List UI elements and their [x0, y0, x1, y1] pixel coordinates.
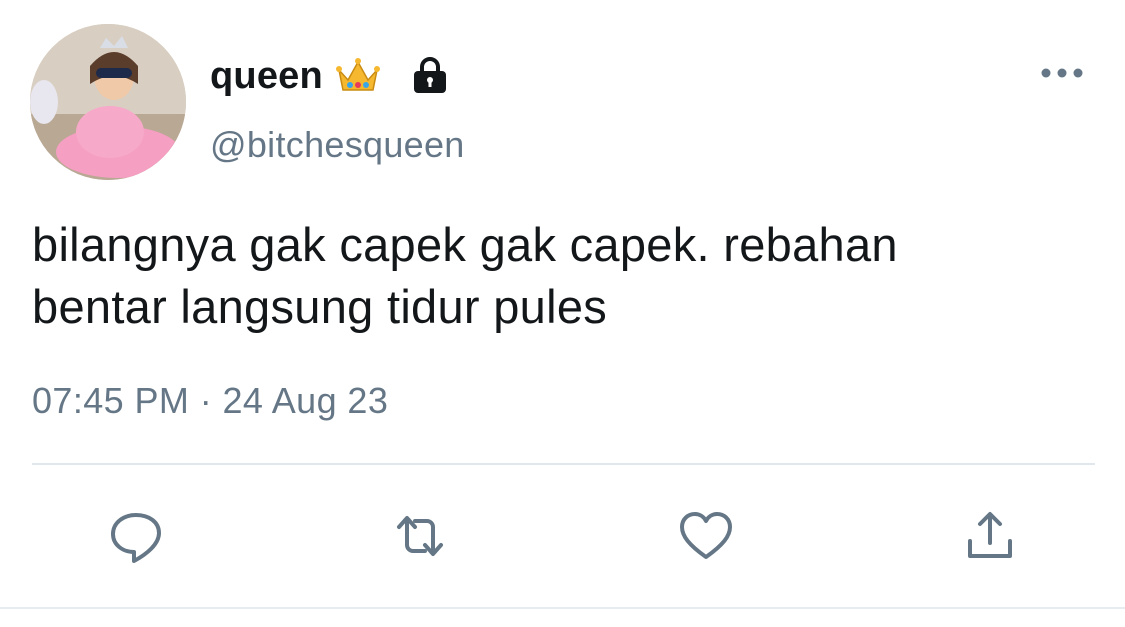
retweet-icon — [397, 516, 443, 556]
timestamp-separator: · — [199, 380, 213, 421]
like-button[interactable] — [676, 506, 736, 566]
more-dots-icon[interactable] — [1038, 58, 1086, 88]
heart-icon — [680, 512, 732, 559]
reply-button[interactable] — [106, 506, 166, 566]
crown-icon — [335, 58, 380, 91]
avatar[interactable] — [30, 24, 186, 180]
timestamp[interactable]: 07:45 PM · 24 Aug 23 — [32, 380, 388, 422]
tweet-text-line-1: bilangnya gak capek gak capek. rebahan — [32, 218, 898, 271]
avatar-image — [30, 24, 186, 180]
display-name-row: queen — [210, 46, 451, 106]
share-button[interactable] — [960, 506, 1020, 566]
bottom-divider — [0, 607, 1125, 609]
tweet-text: bilangnya gak capek gak capek. rebahan b… — [32, 214, 1102, 338]
tweet-text-line-2: bentar langsung tidur pules — [32, 280, 608, 333]
lock-icon — [413, 57, 446, 93]
display-name[interactable]: queen — [210, 55, 323, 98]
retweet-button[interactable] — [390, 506, 450, 566]
tweet-time: 07:45 PM — [32, 380, 190, 421]
tweet-date: 24 Aug 23 — [222, 380, 389, 421]
share-icon — [968, 512, 1012, 558]
reply-icon — [111, 513, 161, 563]
user-handle[interactable]: @bitchesqueen — [210, 124, 465, 166]
divider — [32, 463, 1095, 465]
